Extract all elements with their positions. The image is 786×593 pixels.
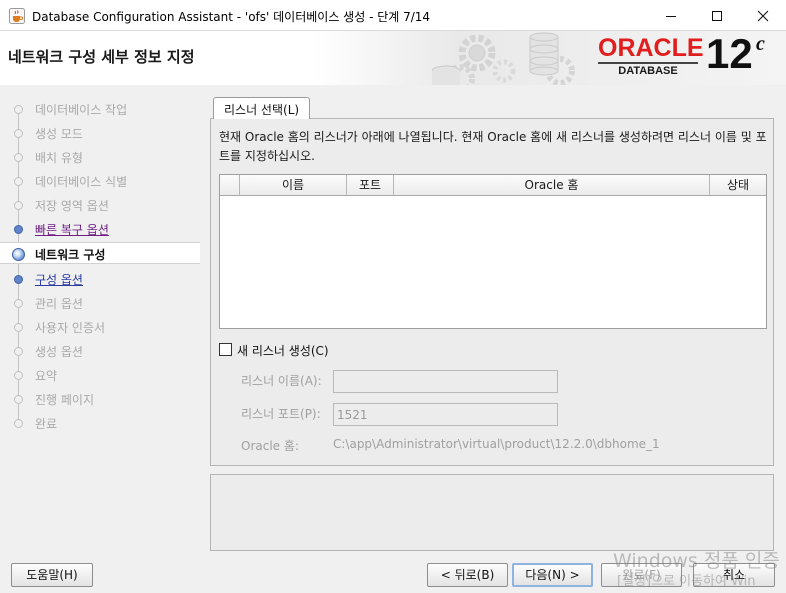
activation-watermark-title: Windows 정품 인증 [613,550,780,572]
column-header-status[interactable]: 상태 [710,175,766,196]
step-indicator-icon [14,395,23,404]
listener-port-input[interactable] [333,403,558,426]
oracle-home-label: Oracle 홈: [241,439,299,453]
minimize-button[interactable] [648,0,694,31]
maximize-icon [712,10,722,21]
step-indicator-icon [14,177,23,186]
step-indicator-icon [14,323,23,332]
listener-port-label: 리스너 포트(P): [241,407,321,421]
help-button[interactable]: 도움말(H) [11,563,93,587]
step-indicator-icon [14,419,23,428]
close-button[interactable] [740,0,786,31]
minimize-icon [666,15,676,17]
step-indicator-icon [14,347,23,356]
oracle-version: 12 [706,30,753,77]
step-indicator-icon [14,153,23,162]
listener-panel: 현재 Oracle 홈의 리스너가 아래에 나열됩니다. 현재 Oracle 홈… [210,118,774,466]
step-label: 네트워크 구성 [35,248,106,262]
step-label[interactable]: 구성 옵션 [35,271,83,288]
column-header-select[interactable] [220,175,240,196]
step-item-summary: 요약 [0,364,200,386]
maximize-button[interactable] [694,0,740,31]
checkbox-label[interactable]: 새 리스너 생성(C) [237,342,329,359]
page-header: 네트워크 구성 세부 정보 지정 ORACLE DATABASE 12 c [0,30,786,85]
step-item-creation-mode: 생성 모드 [0,122,200,144]
page-title: 네트워크 구성 세부 정보 지정 [8,48,195,66]
step-indicator-icon [14,201,23,210]
oracle-database-label: DATABASE [598,62,698,77]
step-label: 진행 페이지 [35,393,95,407]
column-header-oracle-home[interactable]: Oracle 홈 [394,175,710,196]
step-item-configuration-options[interactable]: 구성 옵션 [0,268,200,290]
activation-watermark-subtitle: [설정]으로 이동하여 Win [617,574,756,589]
step-indicator-icon [14,105,23,114]
description-text: 현재 Oracle 홈의 리스너가 아래에 나열됩니다. 현재 Oracle 홈… [219,130,767,163]
window-title-bar[interactable]: Database Configuration Assistant - 'ofs'… [0,0,786,31]
listener-name-label: 리스너 이름(A): [241,374,322,388]
step-item-management-options: 관리 옵션 [0,292,200,314]
step-indicator-icon [14,129,23,138]
step-item-storage-option: 저장 영역 옵션 [0,194,200,216]
step-navigation: 데이터베이스 작업생성 모드배치 유형데이터베이스 식별저장 영역 옵션빠른 복… [0,86,201,550]
step-item-deployment-type: 배치 유형 [0,146,200,168]
step-label: 생성 옵션 [35,345,83,359]
step-label: 사용자 인증서 [35,321,106,335]
step-label: 저장 영역 옵션 [35,199,109,213]
step-label: 데이터베이스 작업 [35,103,128,117]
step-indicator-icon [14,275,23,284]
step-indicator-icon [14,225,23,234]
table-header: 이름 포트 Oracle 홈 상태 [220,175,766,196]
gears-database-decoration-icon [432,32,575,85]
step-item-database-operation: 데이터베이스 작업 [0,98,200,120]
step-indicator-icon [12,248,25,261]
java-cup-icon [9,8,25,24]
step-label[interactable]: 빠른 복구 옵션 [35,221,109,238]
checkbox-box[interactable] [219,343,232,356]
step-indicator-icon [14,371,23,380]
step-label: 완료 [35,417,58,431]
oracle-home-value: C:\app\Administrator\virtual\product\12.… [333,437,660,451]
step-indicator-icon [14,299,23,308]
step-label: 데이터베이스 식별 [35,175,128,189]
step-label: 생성 모드 [35,127,83,141]
listener-name-input[interactable] [333,370,558,393]
oracle-version-suffix: c [756,33,765,55]
close-icon [757,10,769,21]
oracle-logo-text: ORACLE [598,34,704,62]
step-item-progress-page: 진행 페이지 [0,388,200,410]
step-item-finish: 완료 [0,412,200,434]
step-item-database-identification: 데이터베이스 식별 [0,170,200,192]
window-title: Database Configuration Assistant - 'ofs'… [32,10,431,24]
column-header-port[interactable]: 포트 [347,175,394,196]
step-item-creation-option: 생성 옵션 [0,340,200,362]
step-label: 요약 [35,369,58,383]
listener-table[interactable]: 이름 포트 Oracle 홈 상태 [219,174,767,329]
next-button[interactable]: 다음(N) > [512,563,593,587]
step-label: 배치 유형 [35,151,83,165]
step-label: 관리 옵션 [35,297,83,311]
step-item-user-credentials: 사용자 인증서 [0,316,200,338]
step-item-fast-recovery-option[interactable]: 빠른 복구 옵션 [0,218,200,240]
tab-label: 리스너 선택(L) [224,103,300,117]
back-button[interactable]: < 뒤로(B) [427,563,508,587]
column-header-name[interactable]: 이름 [240,175,347,196]
step-item-network-configuration: 네트워크 구성 [0,242,200,264]
tab-listener-selection[interactable]: 리스너 선택(L) [213,97,310,119]
message-panel [210,474,774,551]
